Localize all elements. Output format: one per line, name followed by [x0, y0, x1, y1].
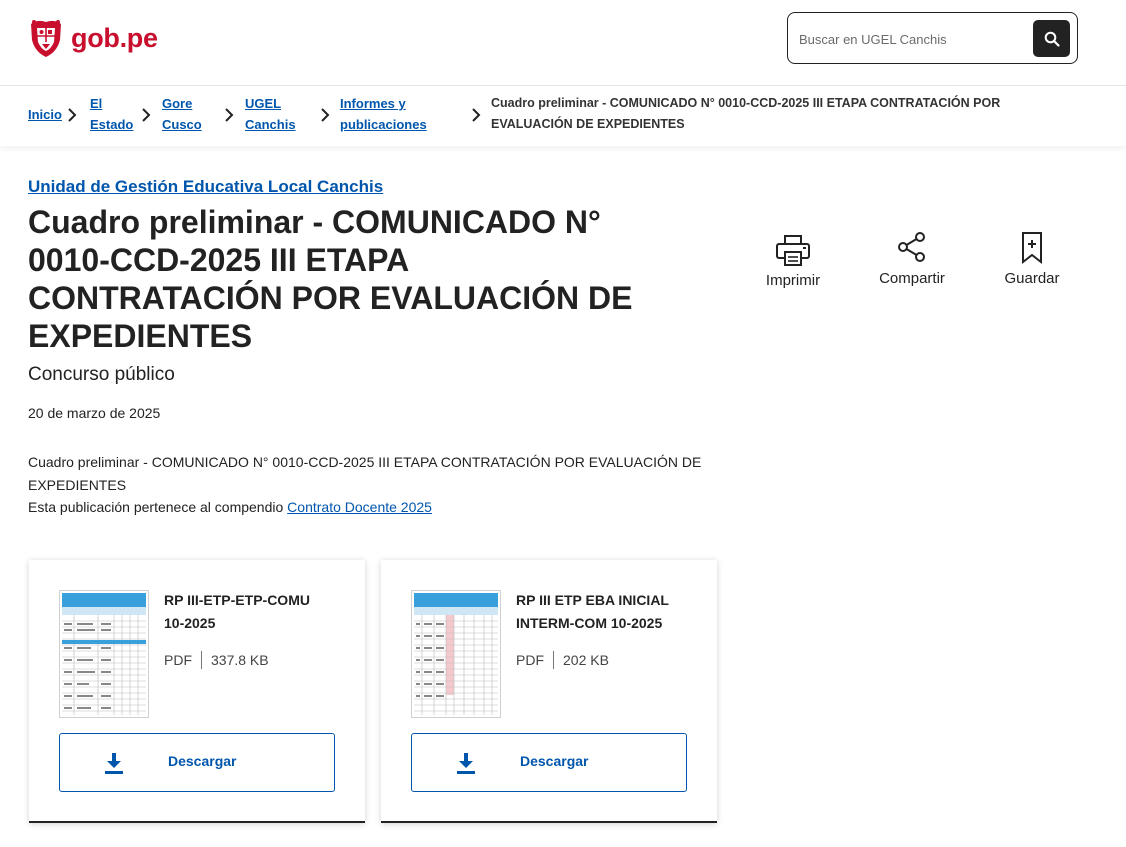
- document-card: RP III-ETP-ETP-COMU 10-2025 PDF 337.8 KB…: [29, 560, 365, 823]
- site-header: gob.pe: [0, 0, 1126, 86]
- search-input[interactable]: [799, 27, 1029, 51]
- chevron-right-icon: [225, 108, 234, 122]
- document-format: PDF: [516, 652, 544, 668]
- share-label: Compartir: [879, 270, 945, 287]
- download-icon: [105, 753, 123, 774]
- breadcrumb-item-informes[interactable]: Informes y publicaciones: [340, 93, 427, 135]
- page-subtitle: Concurso público: [28, 364, 175, 385]
- coat-of-arms-icon: [31, 20, 61, 57]
- search-icon: [1044, 31, 1060, 47]
- agency-link[interactable]: Unidad de Gestión Educativa Local Canchi…: [28, 177, 383, 197]
- description-text: Cuadro preliminar - COMUNICADO N° 0010-C…: [28, 454, 702, 493]
- logo-text: gob.pe: [71, 22, 158, 53]
- search-box: [787, 12, 1078, 64]
- bookmark-icon: [1022, 232, 1042, 265]
- document-title: RP III ETP EBA INICIAL INTERM-COM 10-202…: [516, 592, 669, 631]
- document-meta: PDF 202 KB: [516, 651, 609, 669]
- meta-divider: [553, 651, 554, 669]
- download-button[interactable]: Descargar: [59, 733, 335, 792]
- save-label: Guardar: [1004, 270, 1060, 287]
- document-size: 202 KB: [563, 652, 609, 668]
- save-button[interactable]: Guardar: [982, 232, 1082, 287]
- share-button[interactable]: Compartir: [862, 232, 962, 287]
- chevron-right-icon: [472, 108, 481, 122]
- description: Cuadro preliminar - COMUNICADO N° 0010-C…: [28, 451, 728, 519]
- spreadsheet-preview-icon: [414, 593, 498, 715]
- document-title: RP III-ETP-ETP-COMU 10-2025: [164, 592, 310, 631]
- download-button[interactable]: Descargar: [411, 733, 687, 792]
- gob-pe-logo[interactable]: gob.pe: [27, 18, 158, 58]
- breadcrumb: Inicio El Estado Gore Cusco UGEL Canchis In…: [0, 86, 1126, 146]
- print-label: Imprimir: [765, 272, 821, 289]
- compendium-prefix: Esta publicación pertenece al compendio: [28, 499, 284, 515]
- chevron-right-icon: [68, 108, 77, 122]
- download-label: Descargar: [168, 753, 237, 769]
- breadcrumb-item-el-estado[interactable]: El Estado: [90, 93, 133, 135]
- chevron-right-icon: [321, 108, 330, 122]
- breadcrumb-item-gore-cusco[interactable]: Gore Cusco: [162, 93, 202, 135]
- breadcrumb-item-ugel-canchis[interactable]: UGEL Canchis: [245, 93, 296, 135]
- document-format: PDF: [164, 652, 192, 668]
- document-thumbnail: [59, 590, 149, 718]
- download-icon: [457, 753, 475, 774]
- breadcrumb-item-inicio[interactable]: Inicio: [28, 104, 62, 125]
- breadcrumb-current: Cuadro preliminar - COMUNICADO N° 0010-C…: [491, 96, 1001, 131]
- page-title: Cuadro preliminar - COMUNICADO N° 0010-C…: [28, 204, 633, 354]
- chevron-right-icon: [142, 108, 151, 122]
- download-label: Descargar: [520, 753, 589, 769]
- document-card: RP III ETP EBA INICIAL INTERM-COM 10-202…: [381, 560, 717, 823]
- document-size: 337.8 KB: [211, 652, 269, 668]
- spreadsheet-preview-icon: [62, 593, 146, 715]
- document-thumbnail: [411, 590, 501, 718]
- publication-date: 20 de marzo de 2025: [28, 405, 161, 421]
- compendium-link[interactable]: Contrato Docente 2025: [287, 499, 432, 515]
- share-icon: [898, 232, 925, 262]
- search-button[interactable]: [1033, 20, 1070, 57]
- printer-icon: [776, 235, 810, 266]
- print-button[interactable]: Imprimir: [743, 232, 843, 289]
- document-meta: PDF 337.8 KB: [164, 651, 269, 669]
- meta-divider: [201, 651, 202, 669]
